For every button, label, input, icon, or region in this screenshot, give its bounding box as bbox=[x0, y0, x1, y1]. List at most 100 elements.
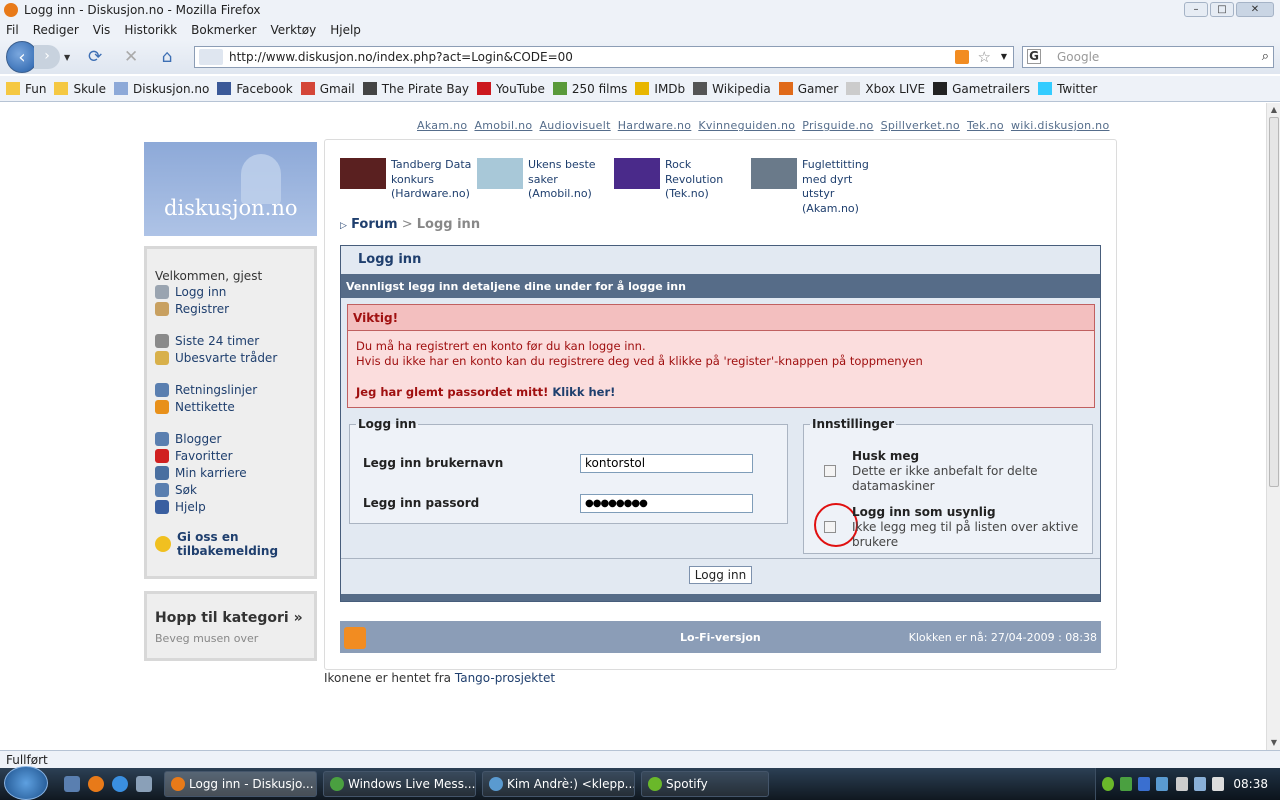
sidebar-item[interactable]: Ubesvarte tråder bbox=[155, 349, 306, 366]
stop-icon[interactable]: ✕ bbox=[120, 46, 142, 68]
news-thumbnail[interactable] bbox=[477, 158, 523, 189]
sidebar-item[interactable]: Hjelp bbox=[155, 498, 306, 515]
spotify-tray-icon[interactable] bbox=[1102, 777, 1114, 791]
home-icon[interactable]: ⌂ bbox=[156, 46, 178, 68]
news-title[interactable]: Fuglettitting med dyrt utstyr bbox=[802, 158, 869, 200]
scroll-down-icon[interactable]: ▼ bbox=[1267, 736, 1280, 750]
minimize-button[interactable]: – bbox=[1184, 2, 1208, 17]
news-item[interactable]: Rock Revolution (Tek.no) bbox=[614, 158, 751, 216]
lofi-version-link[interactable]: Lo-Fi-versjon bbox=[680, 631, 761, 644]
news-thumbnail[interactable] bbox=[614, 158, 660, 189]
login-submit-button[interactable]: Logg inn bbox=[688, 566, 753, 584]
menu-view[interactable]: Vis bbox=[93, 23, 111, 37]
bookmark-3[interactable]: Facebook bbox=[217, 82, 293, 96]
sidebar-item-label[interactable]: Logg inn bbox=[175, 285, 226, 299]
sidebar-item[interactable]: Nettikette bbox=[155, 398, 306, 415]
display-tray-icon[interactable] bbox=[1194, 777, 1206, 791]
sidebar-item[interactable]: Siste 24 timer bbox=[155, 332, 306, 349]
close-button[interactable]: ✕ bbox=[1236, 2, 1274, 17]
news-thumbnail[interactable] bbox=[340, 158, 386, 189]
news-title[interactable]: Rock Revolution bbox=[665, 158, 723, 186]
task-spotify[interactable]: Spotify bbox=[641, 771, 769, 797]
task-messenger[interactable]: Windows Live Mess... bbox=[323, 771, 476, 797]
username-input[interactable]: kontorstol bbox=[580, 454, 753, 473]
scrollbar-thumb[interactable] bbox=[1269, 117, 1279, 487]
news-item[interactable]: Ukens beste saker (Amobil.no) bbox=[477, 158, 614, 216]
bookmark-8[interactable]: IMDb bbox=[635, 82, 685, 96]
invisible-login-checkbox[interactable] bbox=[824, 521, 836, 533]
rss-icon[interactable] bbox=[344, 627, 366, 649]
url-bar[interactable]: http://www.diskusjon.no/index.php?act=Lo… bbox=[194, 46, 1014, 68]
menu-history[interactable]: Historikk bbox=[124, 23, 177, 37]
google-search-engine-icon[interactable]: G bbox=[1027, 49, 1041, 64]
forward-button[interactable]: › bbox=[34, 45, 60, 69]
sidebar-item-label[interactable]: Ubesvarte tråder bbox=[175, 351, 277, 365]
sidebar-item-label[interactable]: Min karriere bbox=[175, 466, 247, 480]
sidebar-item[interactable]: Logg inn bbox=[155, 283, 306, 300]
show-desktop-icon[interactable] bbox=[64, 776, 80, 792]
diskusjon-logo[interactable]: diskusjon.no bbox=[144, 142, 317, 236]
news-title[interactable]: Tandberg Data konkurs bbox=[391, 158, 471, 186]
volume-tray-icon[interactable] bbox=[1212, 777, 1224, 791]
bluetooth-tray-icon[interactable] bbox=[1138, 777, 1150, 791]
sidebar-item-label[interactable]: Nettikette bbox=[175, 400, 235, 414]
url-dropdown-icon[interactable]: ▼ bbox=[1001, 47, 1007, 67]
sidebar-item[interactable]: Blogger bbox=[155, 430, 306, 447]
bookmark-1[interactable]: Skule bbox=[54, 82, 106, 96]
network-tray-icon[interactable] bbox=[1156, 777, 1168, 791]
sidebar-item-label[interactable]: Registrer bbox=[175, 302, 229, 316]
news-title[interactable]: Ukens beste saker bbox=[528, 158, 596, 186]
page-scrollbar[interactable]: ▲ ▼ bbox=[1266, 103, 1280, 750]
bookmark-10[interactable]: Gamer bbox=[778, 82, 838, 96]
sidebar-item[interactable]: Favoritter bbox=[155, 447, 306, 464]
news-thumbnail[interactable] bbox=[751, 158, 797, 189]
sidebar-item-label[interactable]: Favoritter bbox=[175, 449, 233, 463]
sidebar-item-label[interactable]: Blogger bbox=[175, 432, 221, 446]
messenger-tray-icon[interactable] bbox=[1120, 777, 1132, 791]
network-link[interactable]: Hardware.no bbox=[618, 119, 692, 132]
bookmark-6[interactable]: YouTube bbox=[477, 82, 545, 96]
bookmark-9[interactable]: Wikipedia bbox=[693, 82, 771, 96]
start-button[interactable] bbox=[4, 766, 48, 800]
network-link[interactable]: Akam.no bbox=[417, 119, 467, 132]
rss-feed-icon[interactable] bbox=[955, 50, 969, 64]
task-chat[interactable]: Kim Andrè:) <klepp... bbox=[482, 771, 635, 797]
bookmark-7[interactable]: 250 films bbox=[552, 82, 627, 96]
news-item[interactable]: Tandberg Data konkurs (Hardware.no) bbox=[340, 158, 477, 216]
menu-edit[interactable]: Rediger bbox=[33, 23, 79, 37]
menu-bookmarks[interactable]: Bokmerker bbox=[191, 23, 256, 37]
bookmark-4[interactable]: Gmail bbox=[300, 82, 355, 96]
tango-project-link[interactable]: Tango-prosjektet bbox=[455, 671, 555, 685]
menu-tools[interactable]: Verktøy bbox=[271, 23, 317, 37]
bookmark-2[interactable]: Diskusjon.no bbox=[114, 82, 209, 96]
bookmark-13[interactable]: Twitter bbox=[1038, 82, 1097, 96]
battery-tray-icon[interactable] bbox=[1176, 777, 1188, 791]
search-icon[interactable]: ⌕ bbox=[1262, 47, 1269, 67]
news-item[interactable]: Fuglettitting med dyrt utstyr (Akam.no) bbox=[751, 158, 888, 216]
bookmark-star-icon[interactable]: ☆ bbox=[978, 47, 991, 67]
sidebar-item-label[interactable]: Siste 24 timer bbox=[175, 334, 259, 348]
password-input[interactable]: ●●●●●●●● bbox=[580, 494, 753, 513]
feedback-link[interactable]: Gi oss en tilbakemelding bbox=[177, 530, 287, 558]
scroll-up-icon[interactable]: ▲ bbox=[1267, 103, 1280, 117]
reload-icon[interactable]: ⟳ bbox=[84, 46, 106, 68]
bookmark-0[interactable]: Fun bbox=[6, 82, 46, 96]
network-link[interactable]: wiki.diskusjon.no bbox=[1011, 119, 1110, 132]
breadcrumb-forum-link[interactable]: Forum bbox=[351, 217, 398, 232]
forgot-password-link[interactable]: Klikk her! bbox=[552, 385, 615, 399]
bookmark-12[interactable]: Gametrailers bbox=[933, 82, 1030, 96]
search-bar[interactable]: G Google ⌕ bbox=[1022, 46, 1274, 68]
sidebar-item-label[interactable]: Søk bbox=[175, 483, 197, 497]
network-link[interactable]: Tek.no bbox=[967, 119, 1004, 132]
network-link[interactable]: Amobil.no bbox=[474, 119, 532, 132]
remember-me-checkbox[interactable] bbox=[824, 465, 836, 477]
menu-help[interactable]: Hjelp bbox=[330, 23, 361, 37]
task-firefox[interactable]: Logg inn - Diskusjo... bbox=[164, 771, 317, 797]
sidebar-item[interactable]: Registrer bbox=[155, 300, 306, 317]
jump-to-category[interactable]: Hopp til kategori » Beveg musen over bbox=[144, 591, 317, 661]
menu-file[interactable]: Fil bbox=[6, 23, 19, 37]
sidebar-item[interactable]: Min karriere bbox=[155, 464, 306, 481]
bookmark-5[interactable]: The Pirate Bay bbox=[362, 82, 469, 96]
bookmark-11[interactable]: Xbox LIVE bbox=[846, 82, 925, 96]
ie-quicklaunch-icon[interactable] bbox=[112, 776, 128, 792]
